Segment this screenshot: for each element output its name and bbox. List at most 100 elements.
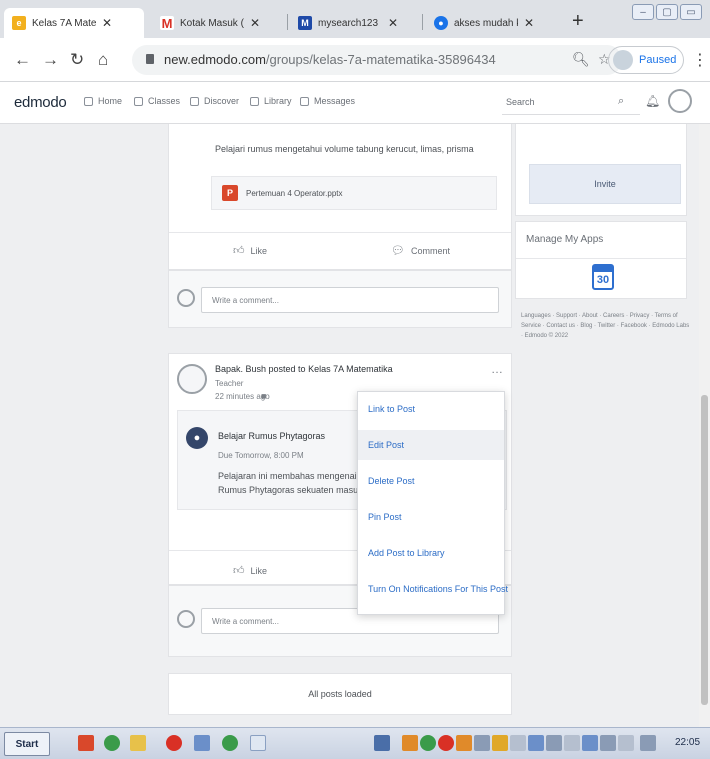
forward-arrow-icon[interactable]: → [42, 50, 59, 70]
app-taskbar-icon[interactable] [194, 735, 210, 751]
tray-icon[interactable] [374, 735, 390, 751]
close-icon[interactable]: ✕ [102, 16, 112, 30]
tab-gmail[interactable]: M Kotak Masuk (3 ✕ [152, 8, 284, 38]
thumbs-up-icon: 👍︎ [233, 245, 245, 257]
tray-icon[interactable] [456, 735, 472, 751]
powerpoint-file-icon: P [222, 185, 238, 201]
nav-library[interactable]: Library [250, 96, 292, 106]
attachment[interactable]: P Pertemuan 4 Operator.pptx [211, 176, 497, 210]
invite-button[interactable]: Invite [529, 164, 681, 204]
menu-item-turn-on-notifications[interactable]: Turn On Notifications For This Post [358, 574, 508, 604]
opera-taskbar-icon[interactable] [166, 735, 182, 751]
tray-icon[interactable] [528, 735, 544, 751]
discover-icon [190, 96, 199, 106]
url-host: new.edmodo.com [164, 52, 266, 67]
comment-area: Write a comment... [168, 270, 512, 328]
reload-icon[interactable]: ↻ [70, 50, 84, 70]
post-author[interactable]: Bapak. Bush posted to Kelas 7A Matematik… [215, 364, 393, 374]
maximize-icon[interactable]: ▢ [656, 4, 678, 20]
search-icon[interactable]: ⌕ [618, 95, 624, 108]
like-button[interactable]: 👍︎ Like [233, 564, 267, 577]
window-controls: – ▢ ▭ [632, 4, 702, 20]
ms-favicon-icon: M [298, 16, 312, 30]
close-icon[interactable]: ✕ [250, 16, 260, 30]
tab-title: Kotak Masuk (3 [180, 17, 244, 29]
commenter-avatar-icon [177, 610, 195, 628]
like-button[interactable]: 👍︎ Like [233, 244, 267, 257]
user-avatar-icon[interactable] [668, 89, 692, 113]
comment-icon: 💬︎ [391, 245, 405, 257]
menu-item-delete-post[interactable]: Delete Post [358, 466, 504, 496]
taskbar-app-icon[interactable] [78, 735, 94, 751]
library-icon [250, 96, 259, 106]
nav-messages[interactable]: Messages [300, 96, 355, 106]
post-options-menu: Link to Post Edit Post Delete Post Pin P… [357, 391, 508, 615]
tray-icon[interactable] [546, 735, 562, 751]
url-path: /groups/kelas-7a-matematika-35896434 [265, 52, 496, 67]
tray-icon[interactable] [402, 735, 418, 751]
edmodo-header: edmodo Home Classes Discover Library Mes… [0, 82, 710, 124]
windows-taskbar: Start 22:05 [0, 727, 710, 759]
comment-button[interactable]: 💬︎ Comment [391, 244, 450, 257]
comment-input[interactable]: Write a comment... [201, 287, 499, 313]
start-button[interactable]: Start [4, 732, 50, 756]
scrollbar-thumb[interactable] [701, 395, 708, 705]
tray-icon[interactable] [582, 735, 598, 751]
tray-icon[interactable] [510, 735, 526, 751]
tray-icon[interactable] [438, 735, 454, 751]
profile-avatar-icon [613, 50, 633, 70]
assignment-title: Belajar Rumus Phytagoras [218, 431, 326, 441]
apps-title[interactable]: Manage My Apps [526, 234, 603, 245]
tray-icon[interactable] [492, 735, 508, 751]
calendar-app-icon[interactable]: 30 [592, 264, 614, 290]
zoom-search-icon[interactable]: 🔍︎ [572, 51, 590, 68]
close-icon[interactable]: ✕ [524, 16, 534, 30]
menu-item-link-to-post[interactable]: Link to Post [358, 394, 504, 424]
tab-separator [422, 14, 423, 30]
tab-title: akses mudah ke [454, 17, 518, 29]
tray-icon[interactable] [564, 735, 580, 751]
profile-paused-button[interactable]: Paused [608, 46, 684, 74]
chrome-taskbar-icon[interactable] [104, 735, 120, 751]
browser-toolbar: ← → ↻ ⌂ new.edmodo.com/groups/kelas-7a-m… [0, 38, 710, 82]
tab-separator [287, 14, 288, 30]
classes-icon [134, 96, 143, 106]
minimize-icon[interactable]: – [632, 4, 654, 20]
commenter-avatar-icon [177, 289, 195, 307]
post-text: Pelajari rumus mengetahui volume tabung … [215, 144, 474, 154]
more-options-icon[interactable]: … [491, 362, 503, 376]
tab-mysearch[interactable]: M mysearch123 ✕ [290, 8, 420, 38]
like-label: Like [250, 245, 268, 256]
tray-icon[interactable] [600, 735, 616, 751]
restore-icon[interactable]: ▭ [680, 4, 702, 20]
address-bar[interactable]: new.edmodo.com/groups/kelas-7a-matematik… [132, 45, 622, 75]
nav-home[interactable]: Home [84, 96, 122, 106]
tab-kelas-7a[interactable]: e Kelas 7A Matem ✕ [4, 8, 144, 38]
tray-icon[interactable] [474, 735, 490, 751]
nav-label: Home [98, 96, 123, 106]
feed-end-message: All posts loaded [168, 673, 512, 715]
tray-icon[interactable] [618, 735, 634, 751]
folder-taskbar-icon[interactable] [130, 735, 146, 751]
browser-menu-icon[interactable]: ⋮ [692, 50, 708, 70]
menu-item-add-to-library[interactable]: Add Post to Library [358, 538, 504, 568]
footer-links[interactable]: Languages · Support · About · Careers · … [521, 311, 691, 341]
lock-icon: ■ [261, 391, 267, 401]
close-icon[interactable]: ✕ [388, 16, 398, 30]
chrome-taskbar-icon[interactable] [222, 735, 238, 751]
menu-item-pin-post[interactable]: Pin Post [358, 502, 504, 532]
thumbs-up-icon: 👍︎ [233, 565, 245, 577]
back-arrow-icon[interactable]: ← [14, 50, 31, 70]
window-taskbar-icon[interactable] [250, 735, 266, 751]
volume-icon[interactable] [640, 735, 656, 751]
home-icon[interactable]: ⌂ [98, 50, 108, 70]
notification-bell-icon[interactable]: 🔔︎ [645, 94, 660, 108]
author-avatar-icon [177, 364, 207, 394]
edmodo-logo[interactable]: edmodo [14, 94, 67, 111]
tab-akses-mudah[interactable]: ● akses mudah ke ✕ [426, 8, 558, 38]
nav-classes[interactable]: Classes [134, 96, 180, 106]
new-tab-icon[interactable]: + [572, 10, 584, 33]
tray-icon[interactable] [420, 735, 436, 751]
nav-discover[interactable]: Discover [190, 96, 239, 106]
menu-item-edit-post[interactable]: Edit Post [358, 430, 504, 460]
